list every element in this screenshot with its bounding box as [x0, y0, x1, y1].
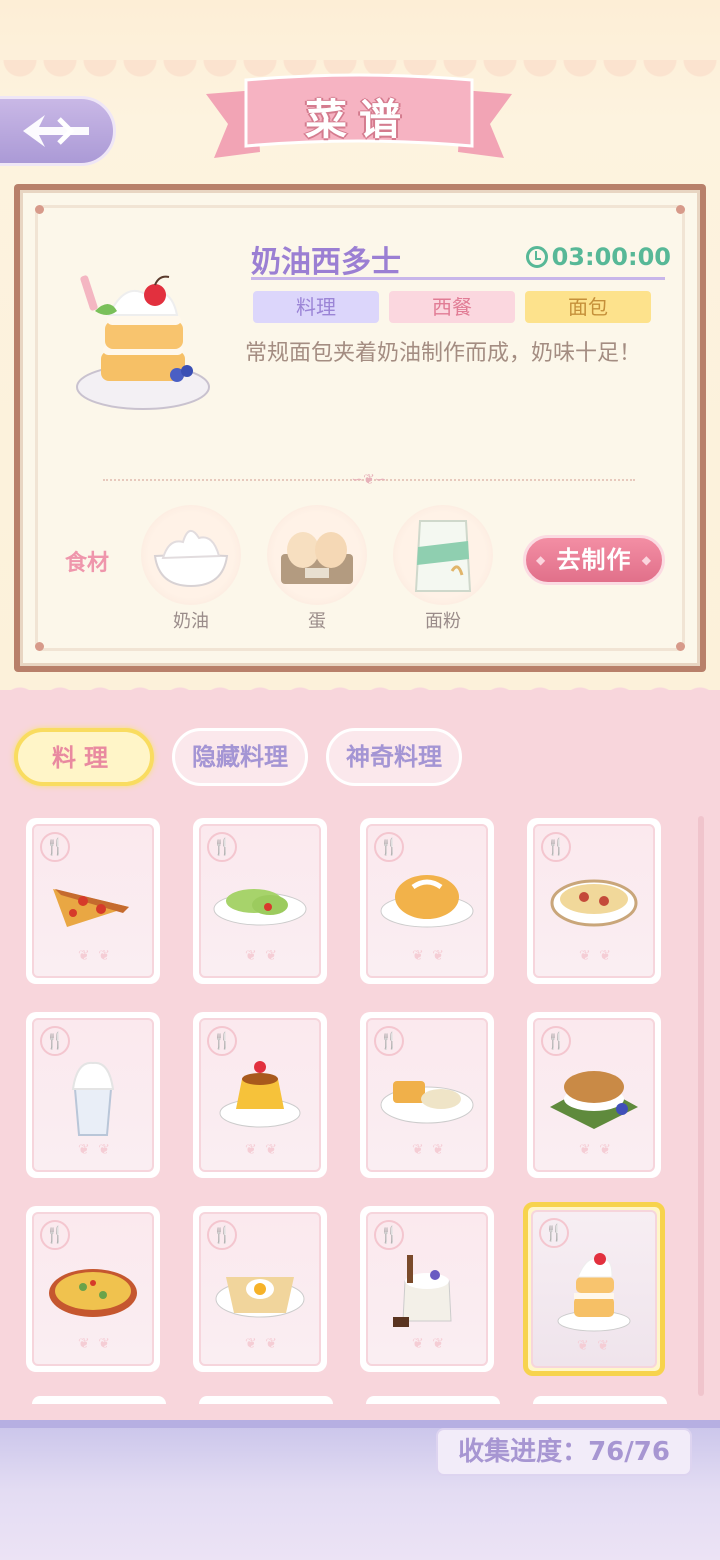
recipe-card[interactable]: 🍴 ❦ ❦ — [26, 818, 160, 984]
fork-spoon-icon: 🍴 — [207, 1220, 237, 1250]
wrap-roll-icon — [210, 849, 310, 953]
fork-spoon-icon: 🍴 — [40, 832, 70, 862]
recipe-card[interactable]: 🍴 ❦ ❦ — [527, 818, 661, 984]
fork-spoon-icon: 🍴 — [40, 1220, 70, 1250]
yogurt-jar-icon — [377, 1237, 477, 1341]
laurel-icon: ❦ ❦ — [78, 1336, 112, 1352]
fork-spoon-icon: 🍴 — [539, 1218, 569, 1248]
recipe-detail-card: 奶油西多士 03:00:00 料理 西餐 面包 常规面包夹着奶油制作而成，奶味十… — [14, 184, 706, 672]
ingredient-name: 奶油 — [173, 611, 209, 632]
egg-crepe-icon — [210, 1237, 310, 1341]
laurel-icon: ❦ ❦ — [78, 948, 112, 964]
toast-soup-icon — [377, 1043, 477, 1147]
fork-spoon-icon: 🍴 — [541, 832, 571, 862]
category-tabs: 料理 隐藏料理 神奇料理 — [14, 728, 462, 786]
tag-list: 料理 西餐 面包 — [253, 291, 651, 323]
laurel-icon: ❦ ❦ — [245, 1142, 279, 1158]
bread-bun-icon — [377, 849, 477, 953]
tag-type: 面包 — [525, 291, 651, 323]
recipe-card[interactable]: 🍴 ❦ ❦ — [26, 1012, 160, 1178]
pizza-slice-icon — [43, 849, 143, 953]
pizza-whole-icon — [43, 1237, 143, 1341]
recipe-card[interactable]: 🍴 ❦ ❦ — [360, 1012, 494, 1178]
dish-description: 常规面包夹着奶油制作而成，奶味十足！ — [245, 341, 642, 366]
corner-dot — [35, 642, 44, 651]
laurel-icon: ❦ ❦ — [412, 1336, 446, 1352]
make-button[interactable]: 去制作 — [523, 535, 665, 585]
recipe-card[interactable]: 🍴 ❦ ❦ — [360, 818, 494, 984]
recipe-card[interactable]: 🍴 ❦ ❦ — [527, 1012, 661, 1178]
fork-spoon-icon: 🍴 — [374, 1220, 404, 1250]
dish-name: 奶油西多士 — [251, 245, 401, 280]
card-peek — [366, 1396, 500, 1404]
cream-toast-icon — [73, 275, 213, 415]
back-button[interactable] — [0, 96, 116, 166]
tag-cuisine: 西餐 — [389, 291, 515, 323]
corner-dot — [676, 205, 685, 214]
milkshake-icon — [43, 1043, 143, 1147]
recipe-card-selected[interactable]: 🍴 ❦ ❦ — [523, 1202, 665, 1376]
laurel-icon: ❦ ❦ — [412, 1142, 446, 1158]
eggs-carton-icon — [267, 505, 367, 605]
fork-spoon-icon: 🍴 — [374, 1026, 404, 1056]
pudding-icon — [210, 1043, 310, 1147]
flour-bag-icon — [393, 505, 493, 605]
tab-hidden-cooking[interactable]: 隐藏料理 — [172, 728, 308, 786]
recipe-card[interactable]: 🍴 ❦ ❦ — [193, 818, 327, 984]
cream-bowl-icon — [141, 505, 241, 605]
title-underline — [251, 277, 665, 280]
cook-time-value: 03:00:00 — [551, 243, 671, 271]
ingredient-name: 面粉 — [425, 611, 461, 632]
scallop-decoration — [0, 680, 720, 704]
tab-cooking[interactable]: 料理 — [14, 728, 154, 786]
cook-time: 03:00:00 — [525, 243, 671, 271]
ingredient-item[interactable]: 面粉 — [393, 505, 493, 633]
bow-icon: ∽❦∽ — [351, 472, 387, 488]
collection-progress: 收集进度：76/76 — [436, 1428, 692, 1476]
back-arrow-icon — [23, 115, 89, 147]
tab-magic-cooking[interactable]: 神奇料理 — [326, 728, 462, 786]
fork-spoon-icon: 🍴 — [40, 1026, 70, 1056]
recipe-grid: 🍴 ❦ ❦ 🍴 ❦ ❦ 🍴 ❦ ❦ 🍴 ❦ ❦ 🍴 ❦ ❦ 🍴 ❦ ❦ 🍴 ❦ … — [26, 818, 666, 1380]
laurel-icon: ❦ ❦ — [579, 948, 613, 964]
laurel-icon: ❦ ❦ — [245, 1336, 279, 1352]
cream-toast-icon — [544, 1237, 644, 1341]
card-peek — [32, 1396, 166, 1404]
laurel-icon: ❦ ❦ — [245, 948, 279, 964]
card-peek — [533, 1396, 667, 1404]
burger-icon — [544, 1043, 644, 1147]
fork-spoon-icon: 🍴 — [207, 1026, 237, 1056]
laurel-icon: ❦ ❦ — [412, 948, 446, 964]
laurel-icon: ❦ ❦ — [78, 1142, 112, 1158]
recipe-card[interactable]: 🍴 ❦ ❦ — [193, 1206, 327, 1372]
fork-spoon-icon: 🍴 — [374, 832, 404, 862]
laurel-icon: ❦ ❦ — [579, 1142, 613, 1158]
recipe-card[interactable]: 🍴 ❦ ❦ — [360, 1206, 494, 1372]
ingredient-name: 蛋 — [308, 611, 326, 632]
card-peek — [199, 1396, 333, 1404]
scrollbar[interactable] — [698, 816, 704, 1396]
corner-dot — [35, 205, 44, 214]
fork-spoon-icon: 🍴 — [207, 832, 237, 862]
ingredients-label: 食材 — [65, 551, 110, 576]
corner-dot — [676, 642, 685, 651]
recipe-card[interactable]: 🍴 ❦ ❦ — [26, 1206, 160, 1372]
page-title: 菜谱 — [304, 95, 413, 144]
clock-icon — [525, 246, 548, 268]
laurel-icon: ❦ ❦ — [577, 1338, 611, 1354]
title-ribbon: 菜谱 — [206, 68, 512, 168]
stew-bowl-icon — [544, 849, 644, 953]
tag-category: 料理 — [253, 291, 379, 323]
ingredient-item[interactable]: 蛋 — [267, 505, 367, 633]
ingredient-item[interactable]: 奶油 — [141, 505, 241, 633]
fork-spoon-icon: 🍴 — [541, 1026, 571, 1056]
recipe-card[interactable]: 🍴 ❦ ❦ — [193, 1012, 327, 1178]
